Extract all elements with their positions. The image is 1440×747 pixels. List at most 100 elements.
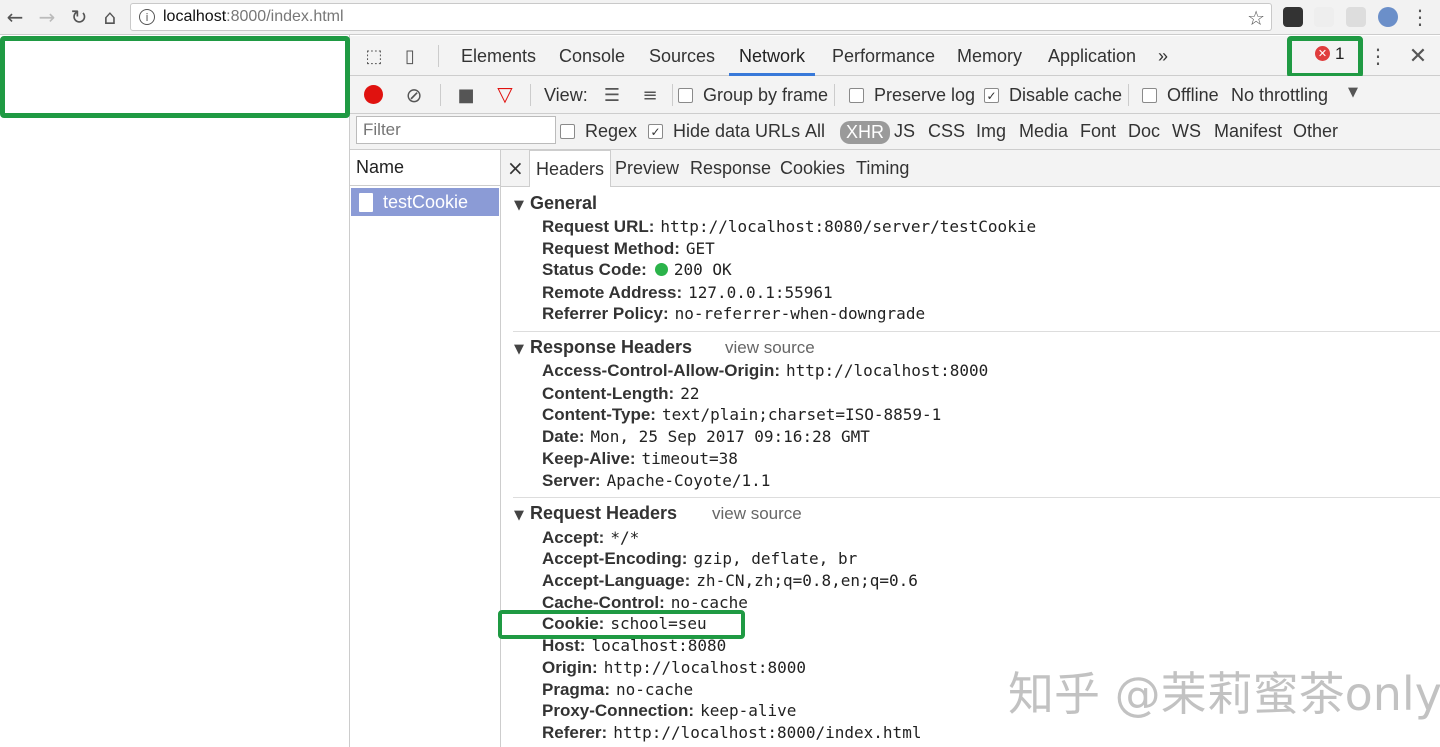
waterfall-icon[interactable]: ≡ xyxy=(638,83,662,107)
tab-elements[interactable]: Elements xyxy=(461,36,536,76)
watermark: 知乎 @茉莉蜜茶only xyxy=(1008,667,1440,721)
divider xyxy=(513,497,1440,498)
page-viewport xyxy=(0,35,350,747)
type-filter-all[interactable]: All xyxy=(805,121,825,142)
tab-headers[interactable]: Headers xyxy=(529,150,612,187)
request-headers-section-header[interactable]: ▼ Request Headers xyxy=(514,503,677,524)
response-headers-title: Response Headers xyxy=(530,337,693,357)
extension-icon[interactable] xyxy=(1283,7,1303,27)
type-filter-css[interactable]: CSS xyxy=(928,121,965,142)
hide-data-urls-label: Hide data URLs xyxy=(673,121,801,141)
type-filter-doc[interactable]: Doc xyxy=(1128,121,1160,142)
type-filter-manifest[interactable]: Manifest xyxy=(1214,121,1282,142)
header-row: Content-Type: text/plain;charset=ISO-8859… xyxy=(542,405,942,424)
inspect-element-icon[interactable]: ⬚ xyxy=(362,44,386,68)
preserve-log-label: Preserve log xyxy=(874,85,976,105)
throttling-select[interactable]: No throttling xyxy=(1231,85,1328,106)
disable-cache-label: Disable cache xyxy=(1009,85,1123,105)
forward-icon[interactable]: → xyxy=(34,4,60,30)
divider xyxy=(440,84,441,106)
tab-performance[interactable]: Performance xyxy=(832,36,935,76)
regex-checkbox[interactable] xyxy=(560,124,575,139)
hide-data-urls-option[interactable]: ✓ Hide data URLs xyxy=(648,121,800,142)
screenshot-camera-icon[interactable]: ■ xyxy=(454,83,478,107)
tab-sources[interactable]: Sources xyxy=(649,36,715,76)
regex-label: Regex xyxy=(585,121,638,141)
highlight-box xyxy=(498,610,745,639)
type-filter-js[interactable]: JS xyxy=(894,121,915,142)
disable-cache-option[interactable]: ✓ Disable cache xyxy=(984,85,1122,106)
offline-checkbox[interactable] xyxy=(1142,88,1157,103)
type-filter-xhr[interactable]: XHR xyxy=(840,121,891,144)
close-detail-icon[interactable]: × xyxy=(507,150,524,187)
extension-icon[interactable] xyxy=(1378,7,1398,27)
header-row: Referrer Policy: no-referrer-when-downgra… xyxy=(542,304,926,323)
header-row: Accept-Language: zh-CN,zh;q=0.8,en;q=0.6 xyxy=(542,571,918,590)
tab-timing[interactable]: Timing xyxy=(856,150,909,187)
browser-menu-icon[interactable]: ⋮ xyxy=(1407,4,1433,30)
hide-data-urls-checkbox[interactable]: ✓ xyxy=(648,124,663,139)
filter-input[interactable] xyxy=(356,116,556,144)
large-rows-icon[interactable]: ☰ xyxy=(600,83,624,107)
type-filter-ws[interactable]: WS xyxy=(1172,121,1201,142)
tab-cookies[interactable]: Cookies xyxy=(780,150,845,187)
offline-label: Offline xyxy=(1167,85,1219,105)
group-by-frame-checkbox[interactable] xyxy=(678,88,693,103)
status-ok-dot-icon xyxy=(654,263,668,276)
bookmark-star-icon[interactable]: ☆ xyxy=(1247,6,1265,30)
address-bar[interactable]: i localhost:8000/index.html ☆ xyxy=(130,3,1272,31)
general-section-header[interactable]: ▼ General xyxy=(514,193,597,214)
header-row: Request Method: GET xyxy=(542,239,715,258)
offline-option[interactable]: Offline xyxy=(1142,85,1219,106)
group-by-frame-option[interactable]: Group by frame xyxy=(678,85,828,106)
view-label: View: xyxy=(544,85,588,105)
preserve-log-option[interactable]: Preserve log xyxy=(849,85,975,106)
tab-application[interactable]: Application xyxy=(1048,36,1136,76)
header-row: Accept: */* xyxy=(542,528,640,547)
device-toolbar-icon[interactable]: ▯ xyxy=(398,44,422,68)
triangle-down-icon: ▼ xyxy=(514,342,524,357)
url-host: localhost xyxy=(163,8,227,25)
tab-response[interactable]: Response xyxy=(690,150,771,187)
reload-icon[interactable]: ↻ xyxy=(66,4,92,30)
clear-icon[interactable]: ⊘ xyxy=(402,83,426,107)
disable-cache-checkbox[interactable]: ✓ xyxy=(984,88,999,103)
close-devtools-icon[interactable]: ✕ xyxy=(1406,42,1430,70)
group-by-frame-label: Group by frame xyxy=(703,85,829,105)
regex-option[interactable]: Regex xyxy=(560,121,637,142)
tab-console[interactable]: Console xyxy=(559,36,625,76)
home-icon[interactable]: ⌂ xyxy=(97,4,123,30)
request-list xyxy=(350,150,501,747)
back-icon[interactable]: ← xyxy=(2,4,28,30)
tab-preview[interactable]: Preview xyxy=(615,150,679,187)
tab-network[interactable]: Network xyxy=(729,36,816,76)
header-row: Referer: http://localhost:8000/index.html xyxy=(542,723,922,742)
preserve-log-checkbox[interactable] xyxy=(849,88,864,103)
request-row-selected[interactable]: testCookie xyxy=(351,188,499,216)
header-row: Request URL: http://localhost:8080/server… xyxy=(542,217,1037,236)
more-tabs-icon[interactable]: » xyxy=(1158,36,1168,76)
browser-toolbar: ← → ↻ ⌂ i localhost:8000/index.html ☆ ⋮ xyxy=(0,0,1440,35)
header-row: Accept-Encoding: gzip, deflate, br xyxy=(542,549,858,568)
response-headers-section-header[interactable]: ▼ Response Headers xyxy=(514,337,692,358)
devtools-menu-icon[interactable]: ⋮ xyxy=(1368,42,1388,70)
divider xyxy=(513,331,1440,332)
filter-icon[interactable]: ▽ xyxy=(493,82,517,106)
highlight-box xyxy=(0,36,350,118)
header-row: Proxy-Connection: keep-alive xyxy=(542,701,797,720)
extension-icon[interactable] xyxy=(1314,7,1334,27)
type-filter-media[interactable]: Media xyxy=(1019,121,1068,142)
view-source-link[interactable]: view source xyxy=(712,504,802,524)
chevron-down-icon[interactable]: ▼ xyxy=(1345,84,1361,100)
view-source-link[interactable]: view source xyxy=(725,338,815,358)
header-row: Content-Length: 22 xyxy=(542,384,700,403)
type-filter-img[interactable]: Img xyxy=(976,121,1006,142)
header-row: Date: Mon, 25 Sep 2017 09:16:28 GMT xyxy=(542,427,870,446)
tab-memory[interactable]: Memory xyxy=(957,36,1022,76)
type-filter-other[interactable]: Other xyxy=(1293,121,1338,142)
name-column-header[interactable]: Name xyxy=(350,150,501,186)
type-filter-font[interactable]: Font xyxy=(1080,121,1116,142)
info-icon[interactable]: i xyxy=(139,9,155,25)
extension-icon[interactable] xyxy=(1346,7,1366,27)
record-icon[interactable] xyxy=(364,85,383,104)
